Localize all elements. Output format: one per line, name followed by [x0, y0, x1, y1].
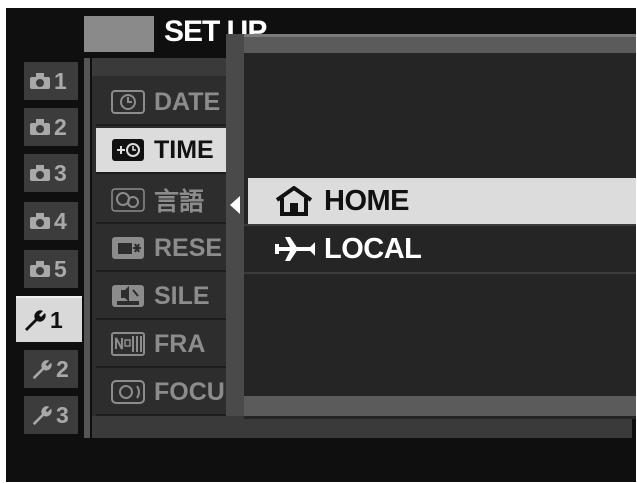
menu-item-label: FRA [154, 329, 206, 358]
menu-item-label: FOCU [154, 377, 225, 406]
tab-divider [84, 58, 90, 438]
wrench-icon [30, 358, 52, 380]
tab-setup-1[interactable]: 1 [16, 296, 82, 342]
menu-item-label: DATE [154, 87, 221, 116]
focus-ring-icon [110, 379, 146, 405]
option-home[interactable]: HOME [248, 178, 636, 224]
home-icon [272, 186, 316, 216]
tab-number: 1 [50, 306, 63, 333]
option-divider [244, 272, 636, 274]
clock-icon [110, 89, 146, 115]
camera-icon [30, 261, 50, 277]
frame-number-icon [110, 331, 146, 357]
camera-icon [30, 119, 50, 135]
tab-shooting-3[interactable]: 3 [24, 154, 78, 192]
camera-icon [30, 213, 50, 229]
silent-icon [110, 283, 146, 309]
tab-number: 3 [54, 159, 67, 186]
camera-screen: SET UP 1 2 3 4 5 1 2 3 DATE TIME 言語 RESE… [0, 0, 637, 483]
submenu-pointer-arrow [230, 196, 240, 214]
menu-item-label: SILE [154, 281, 210, 310]
tab-number: 3 [56, 401, 69, 428]
tab-number: 4 [54, 207, 67, 234]
camera-icon [30, 165, 50, 181]
wrench-icon [22, 308, 46, 332]
menu-item-label: 言語 [154, 188, 205, 216]
tab-setup-2[interactable]: 2 [24, 350, 78, 388]
submenu-panel-footer [244, 396, 636, 416]
menu-item-label: TIME [154, 135, 214, 164]
option-label: HOME [324, 184, 410, 217]
menu-item-date[interactable]: DATE [96, 80, 226, 126]
tab-number: 2 [54, 113, 67, 140]
tab-number: 1 [54, 67, 67, 94]
submenu-panel-header [244, 37, 636, 53]
menu-item-language[interactable]: 言語 [96, 178, 226, 224]
language-icon [110, 187, 146, 213]
option-local[interactable]: LOCAL [248, 226, 636, 272]
menu-item-reset[interactable]: RESE [96, 226, 226, 272]
tab-shooting-1[interactable]: 1 [24, 62, 78, 100]
menu-item-time-difference[interactable]: TIME [96, 128, 226, 174]
menu-item-silent[interactable]: SILE [96, 274, 226, 320]
camera-icon [30, 73, 50, 89]
tab-setup-3[interactable]: 3 [24, 396, 78, 434]
tab-number: 2 [56, 355, 69, 382]
tab-number: 5 [54, 255, 67, 282]
tab-shooting-4[interactable]: 4 [24, 202, 78, 240]
option-label: LOCAL [324, 232, 422, 265]
airplane-icon [272, 234, 316, 264]
menu-item-frame-number[interactable]: FRA [96, 322, 226, 368]
tab-column: 1 2 3 4 5 1 2 3 [16, 58, 82, 438]
reset-icon [110, 235, 146, 261]
wrench-icon [30, 404, 52, 426]
tab-shooting-2[interactable]: 2 [24, 108, 78, 146]
header-tab-block [84, 16, 154, 52]
menu-bottom-bar [92, 416, 632, 438]
menu-item-label: RESE [154, 233, 223, 262]
tab-shooting-5[interactable]: 5 [24, 250, 78, 288]
menu-item-focus-ring[interactable]: FOCU [96, 370, 226, 416]
time-difference-icon [110, 137, 146, 163]
